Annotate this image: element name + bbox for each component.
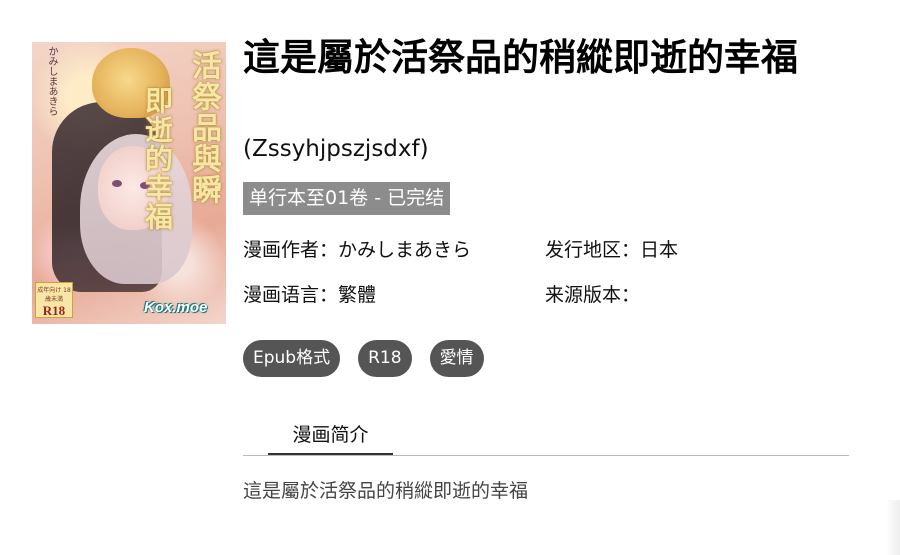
meta-region: 发行地区：日本 bbox=[545, 237, 678, 263]
cover-brand-logo: Kox.moe bbox=[144, 299, 208, 316]
cover-title-line2: 即逝的幸福 bbox=[141, 86, 174, 231]
tag-list: Epub格式 R18 愛情 bbox=[243, 340, 484, 377]
cover-rating: R18 bbox=[42, 303, 66, 318]
meta-author-label: 漫画作者： bbox=[243, 239, 339, 261]
cover-author: かみしまあきら bbox=[46, 46, 57, 116]
comic-title: 這是屬於活祭品的稍縱即逝的幸福 bbox=[243, 36, 798, 79]
meta-source-label: 来源版本： bbox=[545, 284, 641, 306]
scroll-edge-shadow bbox=[886, 500, 900, 555]
cover-rating-box: 成年向け 18歳未満 R18 bbox=[35, 282, 73, 318]
meta-language-value: 繁體 bbox=[338, 284, 377, 306]
cover-rating-note: 成年向け 18歳未満 bbox=[37, 287, 71, 303]
cover-title-line1: 活祭品與瞬 bbox=[186, 50, 221, 205]
tag-r18[interactable]: R18 bbox=[358, 340, 412, 377]
tag-epub[interactable]: Epub格式 bbox=[243, 340, 341, 377]
meta-region-label: 发行地区： bbox=[545, 239, 641, 261]
meta-region-value: 日本 bbox=[640, 239, 679, 261]
cover-eye-left bbox=[112, 180, 122, 187]
meta-author-value[interactable]: かみしまあきら bbox=[338, 239, 471, 261]
status-badge: 单行本至01卷 - 已完结 bbox=[243, 182, 451, 215]
meta-author: 漫画作者：かみしまあきら bbox=[243, 237, 471, 263]
tag-romance[interactable]: 愛情 bbox=[429, 340, 484, 377]
meta-language-label: 漫画语言： bbox=[243, 284, 339, 306]
tab-bar: 漫画简介 bbox=[243, 418, 849, 456]
tab-intro[interactable]: 漫画简介 bbox=[268, 418, 393, 455]
cover-image[interactable]: かみしまあきら 活祭品與瞬 即逝的幸福 成年向け 18歳未満 R18 Kox.m… bbox=[32, 42, 226, 324]
comic-subtitle: (Zssyhjpszjsdxf) bbox=[243, 136, 429, 162]
meta-language: 漫画语言：繁體 bbox=[243, 282, 376, 308]
meta-source: 来源版本： bbox=[545, 282, 640, 308]
comic-description: 這是屬於活祭品的稍縱即逝的幸福 bbox=[243, 480, 529, 502]
